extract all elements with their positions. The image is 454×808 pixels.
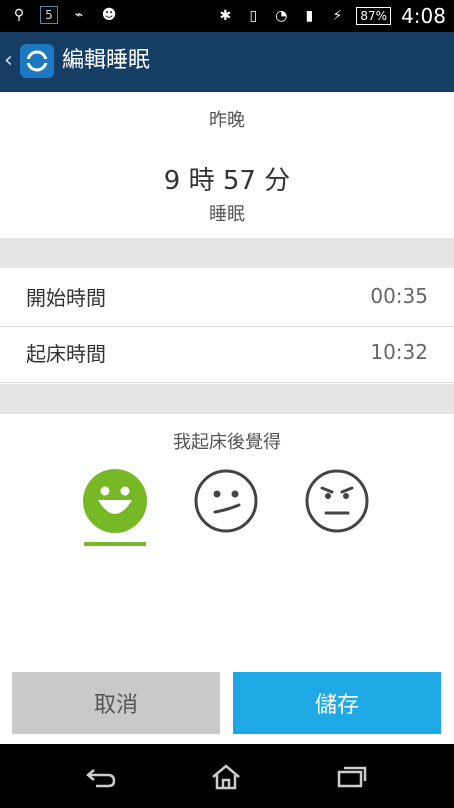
period-label: 昨晚 [209, 110, 245, 131]
recent-apps-icon[interactable] [335, 764, 369, 790]
bluetooth-icon: ✱ [219, 8, 232, 24]
broom-icon: ⌁ [74, 7, 84, 23]
neutral-face-icon[interactable] [193, 468, 259, 534]
wake-time-label: 起床時間 [26, 342, 106, 366]
happy-face-icon[interactable] [82, 468, 148, 534]
mood-selector [0, 468, 454, 550]
section-divider [0, 384, 454, 414]
clock: 4:08 [401, 4, 446, 28]
mood-prompt: 我起床後覺得 [173, 432, 281, 453]
section-divider [0, 238, 454, 268]
sleep-duration: 9 時 57 分 [163, 166, 291, 196]
wifi-icon: ◔ [275, 8, 288, 24]
home-icon[interactable] [209, 764, 243, 790]
start-time-value: 00:35 [370, 284, 428, 308]
calendar-badge: 5 [40, 6, 58, 24]
selected-mood-indicator [84, 542, 146, 546]
navigation-bar [0, 744, 454, 808]
save-button[interactable]: 儲存 [233, 672, 441, 734]
cancel-button[interactable]: 取消 [12, 672, 220, 734]
wake-time-value: 10:32 [370, 340, 428, 364]
duration-label: 睡眠 [209, 204, 245, 225]
page-title: 編輯睡眠 [62, 48, 151, 73]
usb-icon: ⚲ [13, 7, 25, 23]
vibrate-icon: ▯ [249, 8, 258, 24]
status-bar: ⚲ 5 ⌁ ☻ ✱ ▯ ◔ ▮ ⚡ 87% 4:08 [0, 0, 454, 32]
back-chevron-icon[interactable]: ‹ [4, 48, 13, 73]
wake-time-row[interactable]: 起床時間 10:32 [0, 326, 454, 383]
android-icon: ☻ [101, 7, 117, 23]
signal-icon: ▮ [305, 8, 314, 24]
charging-icon: ⚡ [332, 8, 343, 24]
back-icon[interactable] [84, 764, 118, 790]
start-time-label: 開始時間 [26, 286, 106, 310]
battery-indicator: 87% [356, 7, 392, 25]
annoyed-face-icon[interactable] [304, 468, 370, 534]
action-bar: ‹ 編輯睡眠 [0, 32, 454, 92]
start-time-row[interactable]: 開始時間 00:35 [0, 270, 454, 327]
app-logo-icon[interactable] [20, 44, 54, 78]
